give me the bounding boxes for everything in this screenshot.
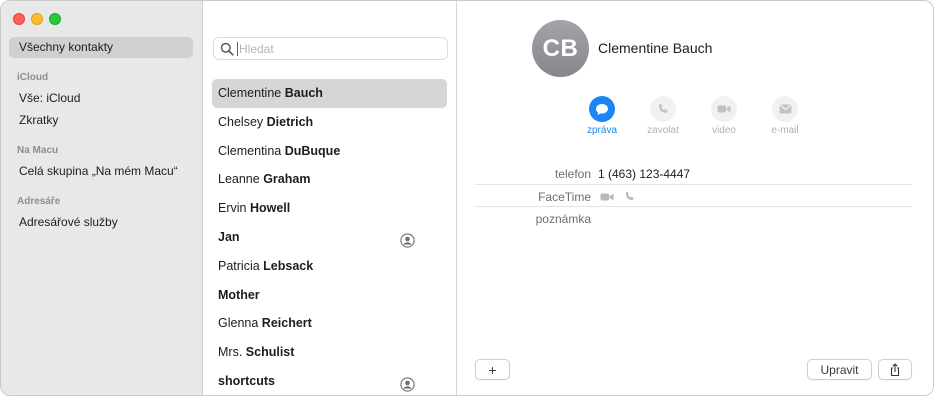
contact-row[interactable]: Mrs. Schulist <box>212 338 447 367</box>
email-action-label: e-mail <box>771 125 799 136</box>
message-action-label: zpráva <box>586 125 617 136</box>
video-action-button[interactable]: video <box>694 96 754 136</box>
phone-value[interactable]: 1 (463) 123-4447 <box>598 167 690 181</box>
contact-row[interactable]: Patricia Lebsack <box>212 252 447 281</box>
minimize-window-button[interactable] <box>31 13 43 25</box>
contact-row[interactable]: shortcuts <box>212 367 447 395</box>
add-button[interactable]: + <box>475 359 510 380</box>
facetime-video-icon[interactable] <box>600 192 614 202</box>
message-action-button[interactable]: zpráva <box>572 96 632 136</box>
contact-row[interactable]: Leanne Graham <box>212 165 447 194</box>
sidebar-item-shortcuts[interactable]: Zkratky <box>9 110 193 131</box>
window-controls <box>13 13 61 25</box>
person-circle-icon <box>400 230 415 248</box>
contact-first-name: Ervin <box>218 201 247 216</box>
contact-last-name: Lebsack <box>263 258 314 273</box>
phone-icon <box>650 96 676 122</box>
video-action-label: video <box>712 125 736 136</box>
contact-first-name: Patricia <box>218 258 260 273</box>
contact-first-name: Leanne <box>218 172 260 187</box>
contacts-window: Všechny kontakty iCloud Vše: iCloud Zkra… <box>0 0 934 396</box>
contact-last-name: Bauch <box>284 86 323 100</box>
call-action-label: zavolat <box>647 125 679 136</box>
note-label: poznámka <box>535 212 591 226</box>
contact-last-name: shortcuts <box>218 374 275 388</box>
contact-name: Clementine Bauch <box>598 40 713 56</box>
contact-last-name: Jan <box>218 230 240 244</box>
close-window-button[interactable] <box>13 13 25 25</box>
call-action-button[interactable]: zavolat <box>633 96 693 136</box>
contact-row[interactable]: Jan <box>212 223 447 252</box>
sidebar-header-on-mac: Na Macu <box>17 145 59 156</box>
sidebar-header-icloud: iCloud <box>17 72 49 83</box>
contact-first-name: Glenna <box>218 316 259 331</box>
sidebar-item-icloud-all[interactable]: Vše: iCloud <box>9 88 193 109</box>
contact-first-name: Mrs. <box>218 345 243 360</box>
sidebar-item-directory-services[interactable]: Adresářové služby <box>9 212 193 233</box>
sidebar-item-all-contacts[interactable]: Všechny kontakty <box>9 37 193 58</box>
contact-row[interactable]: Glenna Reichert <box>212 309 447 338</box>
contact-first-name: Chelsey <box>218 114 264 129</box>
share-button[interactable] <box>878 359 912 380</box>
contact-first-name: Clementine <box>218 86 282 100</box>
contact-last-name: DuBuque <box>284 143 341 158</box>
divider <box>475 206 912 207</box>
contact-row[interactable]: Clementine Bauch <box>212 79 447 108</box>
facetime-audio-icon[interactable] <box>624 191 635 202</box>
search-field[interactable] <box>213 37 448 60</box>
contact-first-name: Clementina <box>218 143 282 158</box>
text-cursor <box>237 42 238 56</box>
search-input[interactable] <box>239 40 439 58</box>
contact-row[interactable]: Mother <box>212 281 447 310</box>
contact-row[interactable]: Clementina DuBuque <box>212 137 447 166</box>
contact-last-name: Graham <box>263 172 311 187</box>
contact-row[interactable]: Ervin Howell <box>212 194 447 223</box>
envelope-icon <box>772 96 798 122</box>
sidebar-item-on-my-mac-group[interactable]: Celá skupina „Na mém Macu“ <box>9 161 193 182</box>
person-circle-icon <box>400 374 415 392</box>
message-bubble-icon <box>589 96 615 122</box>
facetime-buttons <box>600 191 635 202</box>
sidebar-header-directories: Adresáře <box>17 196 61 207</box>
contact-list-pane: Clementine BauchChelsey DietrichClementi… <box>203 1 457 395</box>
contact-last-name: Mother <box>218 287 260 302</box>
contact-last-name: Reichert <box>261 316 312 331</box>
divider <box>475 184 912 185</box>
phone-label: telefon <box>554 167 591 181</box>
share-icon <box>890 362 900 376</box>
contact-row[interactable]: Chelsey Dietrich <box>212 108 447 137</box>
edit-button[interactable]: Upravit <box>807 359 872 380</box>
video-camera-icon <box>711 96 737 122</box>
contact-last-name: Howell <box>249 201 291 216</box>
zoom-window-button[interactable] <box>49 13 61 25</box>
contact-last-name: Schulist <box>245 345 295 360</box>
search-icon <box>220 42 234 56</box>
facetime-label: FaceTime <box>538 190 591 204</box>
sidebar: Všechny kontakty iCloud Vše: iCloud Zkra… <box>1 1 203 395</box>
contact-detail-pane: CB Clementine Bauch zpráva zavolat video… <box>457 1 933 395</box>
email-action-button[interactable]: e-mail <box>755 96 815 136</box>
avatar[interactable]: CB <box>532 20 589 77</box>
contact-last-name: Dietrich <box>266 114 314 129</box>
